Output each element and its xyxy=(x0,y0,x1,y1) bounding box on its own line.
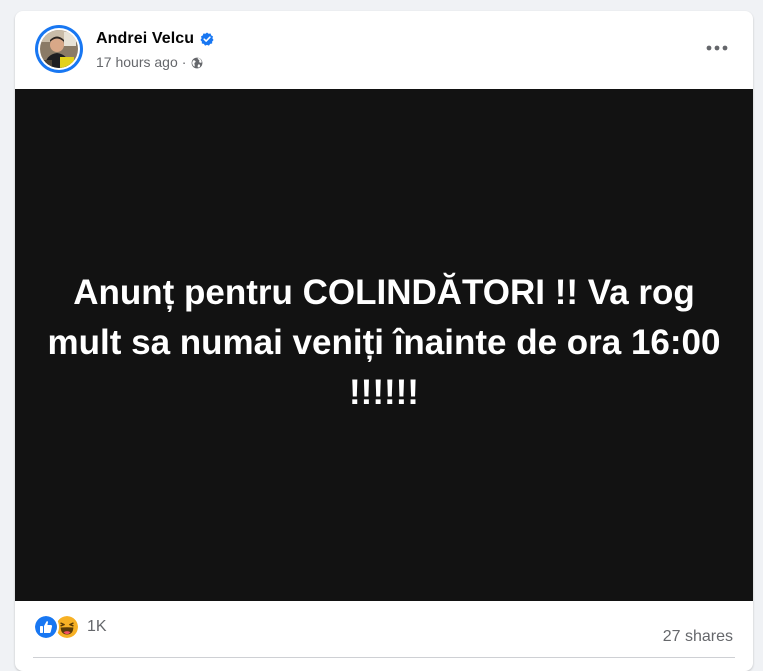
reactions-summary[interactable]: 1K xyxy=(33,614,107,640)
post-timestamp[interactable]: 17 hours ago xyxy=(96,54,178,70)
author-row: Andrei Velcu xyxy=(96,28,214,50)
stats-divider xyxy=(33,657,735,658)
globe-icon[interactable] xyxy=(191,56,203,69)
like-icon xyxy=(33,614,59,640)
verified-badge-icon xyxy=(200,32,214,46)
post-stats-bar: 1K 27 shares xyxy=(15,601,753,653)
reaction-icons xyxy=(33,614,83,640)
avatar-border xyxy=(38,28,80,70)
post-header: Andrei Velcu 17 hours ago · xyxy=(15,11,753,89)
post-text-image[interactable]: Anunț pentru COLINDĂTORI !! Va rog mult … xyxy=(15,89,753,601)
reactions-count: 1K xyxy=(87,618,107,635)
more-options-icon xyxy=(706,45,728,51)
avatar-photo xyxy=(40,30,78,68)
post-text: Anunț pentru COLINDĂTORI !! Va rog mult … xyxy=(47,273,721,412)
avatar[interactable] xyxy=(35,25,83,73)
author-name[interactable]: Andrei Velcu xyxy=(96,30,194,48)
shares-count[interactable]: 27 shares xyxy=(663,628,733,646)
meta-separator: · xyxy=(181,54,187,70)
post-card: Andrei Velcu 17 hours ago · Anunț pentru… xyxy=(15,11,753,671)
post-meta: 17 hours ago · xyxy=(96,53,203,71)
more-options-button[interactable] xyxy=(699,37,735,59)
